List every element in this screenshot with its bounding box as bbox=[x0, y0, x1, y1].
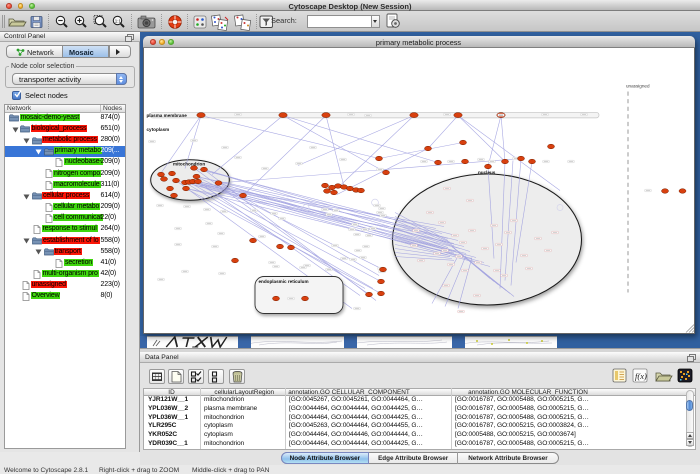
svg-text:mitochondrion: mitochondrion bbox=[173, 161, 205, 166]
svg-text:1:1: 1:1 bbox=[115, 19, 122, 24]
svg-text:unassigned: unassigned bbox=[626, 83, 650, 88]
svg-text:plasma membrane: plasma membrane bbox=[147, 113, 188, 118]
svg-text:cytoplasm: cytoplasm bbox=[147, 127, 170, 132]
svg-text:endoplasmic reticulum: endoplasmic reticulum bbox=[259, 279, 309, 284]
svg-text:nucleus: nucleus bbox=[478, 170, 496, 175]
svg-text:f(x): f(x) bbox=[635, 371, 647, 381]
